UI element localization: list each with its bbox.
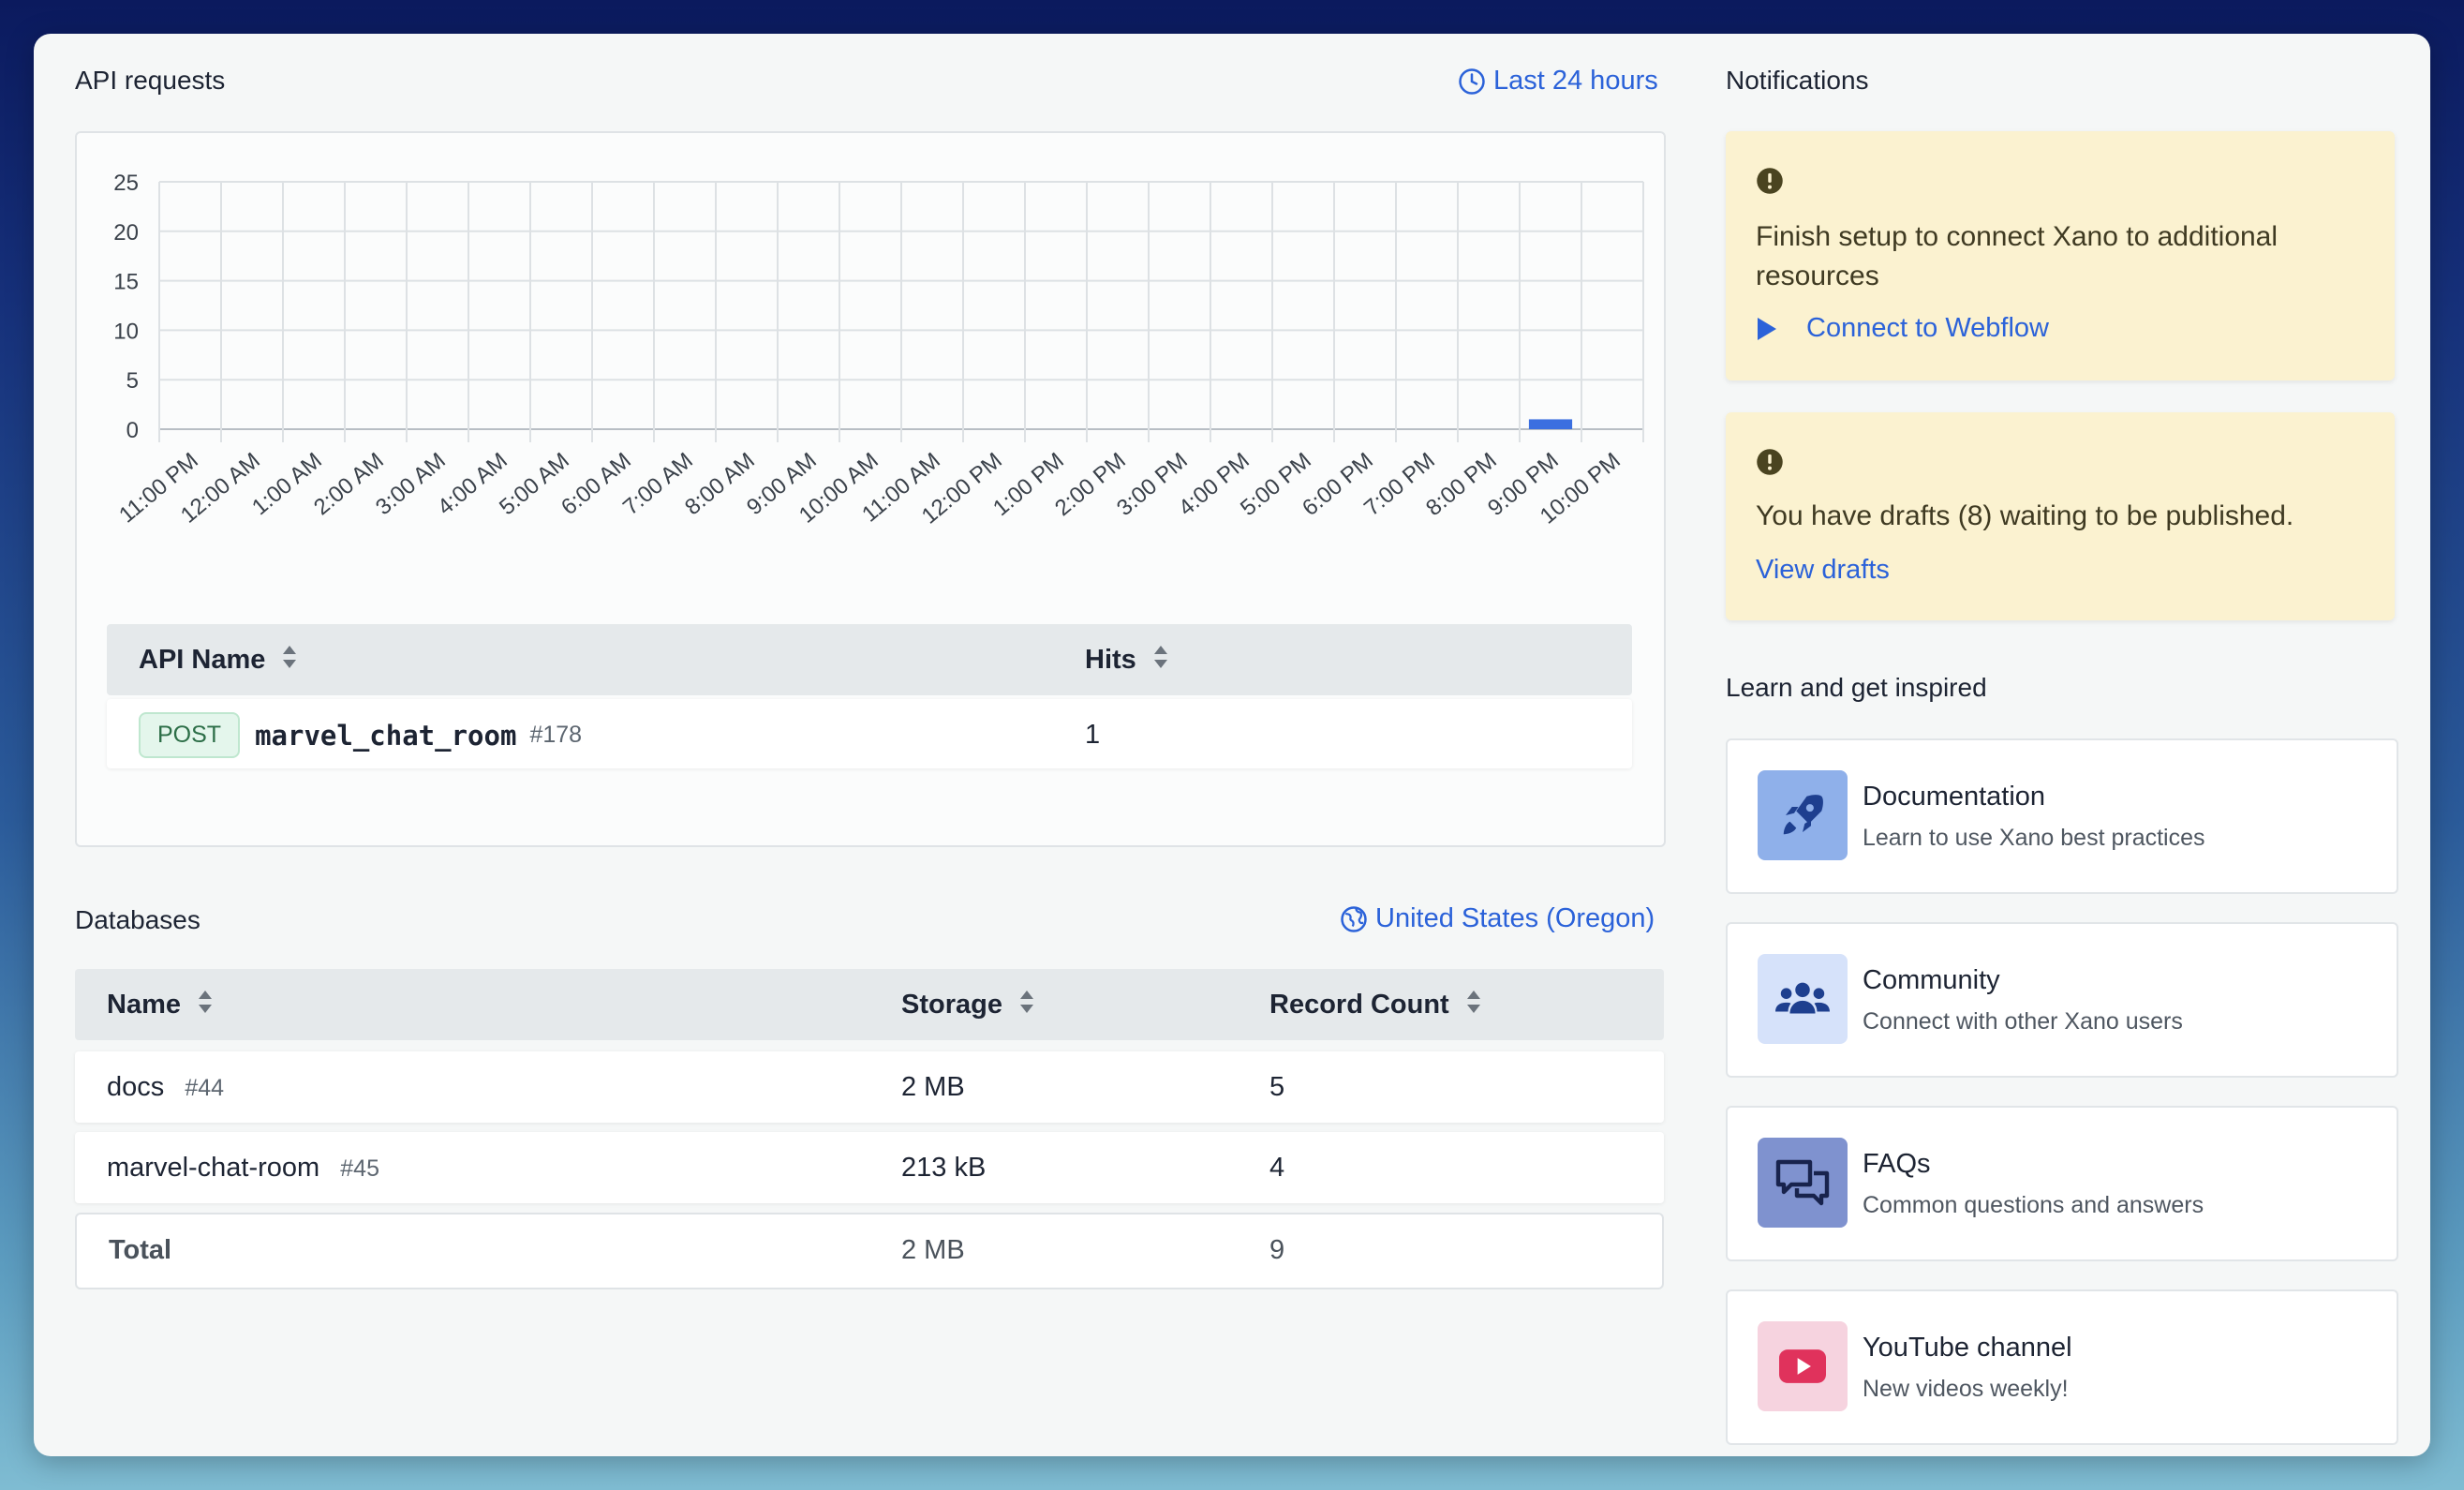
x-tick-label: 1:00 AM: [247, 448, 327, 520]
users-icon: [1758, 954, 1848, 1044]
y-tick-label: 15: [113, 270, 139, 295]
database-storage: 2 MB: [901, 1072, 965, 1102]
learn-card-community[interactable]: Community Connect with other Xano users: [1726, 922, 2398, 1078]
record-count-column-header[interactable]: Record Count: [1269, 990, 1481, 1021]
total-record-count: 9: [1269, 1235, 1285, 1265]
x-tick-label: 8:00 AM: [680, 448, 760, 520]
sort-icon: [282, 645, 297, 677]
region-label: United States (Oregon): [1375, 903, 1655, 933]
sort-icon: [1466, 990, 1481, 1021]
api-name[interactable]: marvel_chat_room: [255, 720, 516, 752]
connect-webflow-link[interactable]: Connect to Webflow: [1756, 313, 2049, 344]
table-row[interactable]: marvel-chat-room #45 213 kB 4: [75, 1132, 1664, 1203]
notifications-title: Notifications: [1726, 66, 1869, 95]
time-range-link[interactable]: Last 24 hours: [1458, 66, 1658, 97]
x-tick-label: 6:00 AM: [557, 448, 636, 520]
region-link[interactable]: United States (Oregon): [1340, 903, 1655, 934]
api-requests-title: API requests: [75, 66, 226, 95]
hits-header-label: Hits: [1085, 645, 1136, 675]
learn-title: Learn and get inspired: [1726, 673, 1987, 702]
storage-column-header[interactable]: Storage: [901, 990, 1034, 1021]
learn-card-title: Community: [1863, 965, 2000, 995]
dashboard-card: API requests Last 24 hours 0 5 10 15 20 25 1 1:…: [34, 34, 2430, 1456]
y-tick-label: 10: [113, 319, 139, 344]
x-tick-label: 5:00 AM: [495, 448, 574, 520]
learn-card-title: Documentation: [1863, 782, 2046, 812]
table-row[interactable]: docs #44 2 MB 5: [75, 1051, 1664, 1123]
notification-text: You have drafts (8) waiting to be publis…: [1756, 500, 2294, 531]
x-tick-label: 3:00 AM: [371, 448, 451, 520]
databases-title: Databases: [75, 905, 200, 934]
learn-card-documentation[interactable]: Documentation Learn to use Xano best prac…: [1726, 738, 2398, 894]
sort-icon: [1019, 990, 1034, 1021]
name-column-header[interactable]: Name: [107, 990, 213, 1021]
y-tick-label: 25: [113, 171, 139, 196]
database-name[interactable]: docs: [107, 1072, 164, 1102]
total-label: Total: [109, 1235, 172, 1265]
learn-card-title: YouTube channel: [1863, 1333, 2072, 1363]
record-count-header-label: Record Count: [1269, 990, 1449, 1020]
database-id: #45: [340, 1155, 379, 1182]
globe-icon: [1340, 905, 1368, 933]
api-table-header: API Name Hits: [107, 624, 1632, 695]
notification-setup: Finish setup to connect Xano to addition…: [1726, 131, 2395, 380]
learn-card-youtube-channel[interactable]: YouTube channel New videos weekly!: [1726, 1289, 2398, 1445]
notification-text: Finish setup to connect Xano to addition…: [1756, 221, 2278, 291]
name-header-label: Name: [107, 990, 181, 1020]
notification-drafts: You have drafts (8) waiting to be publis…: [1726, 412, 2395, 620]
view-drafts-link[interactable]: View drafts: [1756, 555, 1890, 586]
learn-card-title: FAQs: [1863, 1149, 1931, 1179]
database-name[interactable]: marvel-chat-room: [107, 1153, 319, 1183]
database-record-count: 4: [1269, 1153, 1285, 1183]
method-badge: POST: [139, 712, 241, 758]
x-tick-label: 4:00 AM: [433, 448, 512, 520]
youtube-icon: [1758, 1321, 1848, 1411]
database-id: #44: [185, 1075, 225, 1101]
learn-card-faqs[interactable]: FAQs Common questions and answers: [1726, 1106, 2398, 1261]
y-tick-label: 5: [126, 368, 139, 394]
api-requests-chart: 051015202511:00 PM12:00 AM1:00 AM2:00 AM…: [113, 171, 1644, 529]
databases-table-header: Name Storage Record Count: [75, 969, 1664, 1040]
chat-bubbles-icon: [1758, 1138, 1848, 1228]
api-id: #178: [529, 722, 583, 748]
alert-icon: [1756, 448, 1784, 484]
hits-column-header[interactable]: Hits: [1085, 645, 1168, 677]
api-name-column-header[interactable]: API Name: [139, 645, 297, 677]
alert-icon: [1756, 167, 1784, 202]
database-record-count: 5: [1269, 1072, 1285, 1102]
connect-webflow-label: Connect to Webflow: [1806, 313, 2049, 343]
learn-card-subtitle: New videos weekly!: [1863, 1376, 2069, 1402]
api-name-header-label: API Name: [139, 645, 266, 675]
bar: [1528, 419, 1573, 429]
sort-icon: [1153, 645, 1168, 677]
y-tick-label: 0: [126, 418, 139, 443]
total-storage: 2 MB: [901, 1235, 965, 1265]
table-row[interactable]: POST marvel_chat_room #178 1: [107, 699, 1632, 768]
learn-card-subtitle: Common questions and answers: [1863, 1192, 2204, 1218]
api-requests-panel: 0 5 10 15 20 25 11:00 PM 12:00 AM 1:00 AM 2:00 AM…: [75, 131, 1666, 847]
learn-card-subtitle: Connect with other Xano users: [1863, 1008, 2183, 1035]
api-hits: 1: [1085, 720, 1101, 750]
clock-icon: [1458, 67, 1486, 96]
sort-icon: [198, 990, 213, 1021]
play-icon: [1756, 317, 1778, 341]
database-storage: 213 kB: [901, 1153, 987, 1183]
storage-header-label: Storage: [901, 990, 1002, 1020]
rocket-icon: [1758, 770, 1848, 860]
x-tick-label: 2:00 AM: [309, 448, 389, 520]
learn-card-subtitle: Learn to use Xano best practices: [1863, 825, 2205, 851]
x-tick-label: 7:00 AM: [618, 448, 698, 520]
y-tick-label: 20: [113, 220, 139, 246]
total-row: Total 2 MB 9: [75, 1213, 1664, 1289]
time-range-label: Last 24 hours: [1493, 66, 1658, 96]
